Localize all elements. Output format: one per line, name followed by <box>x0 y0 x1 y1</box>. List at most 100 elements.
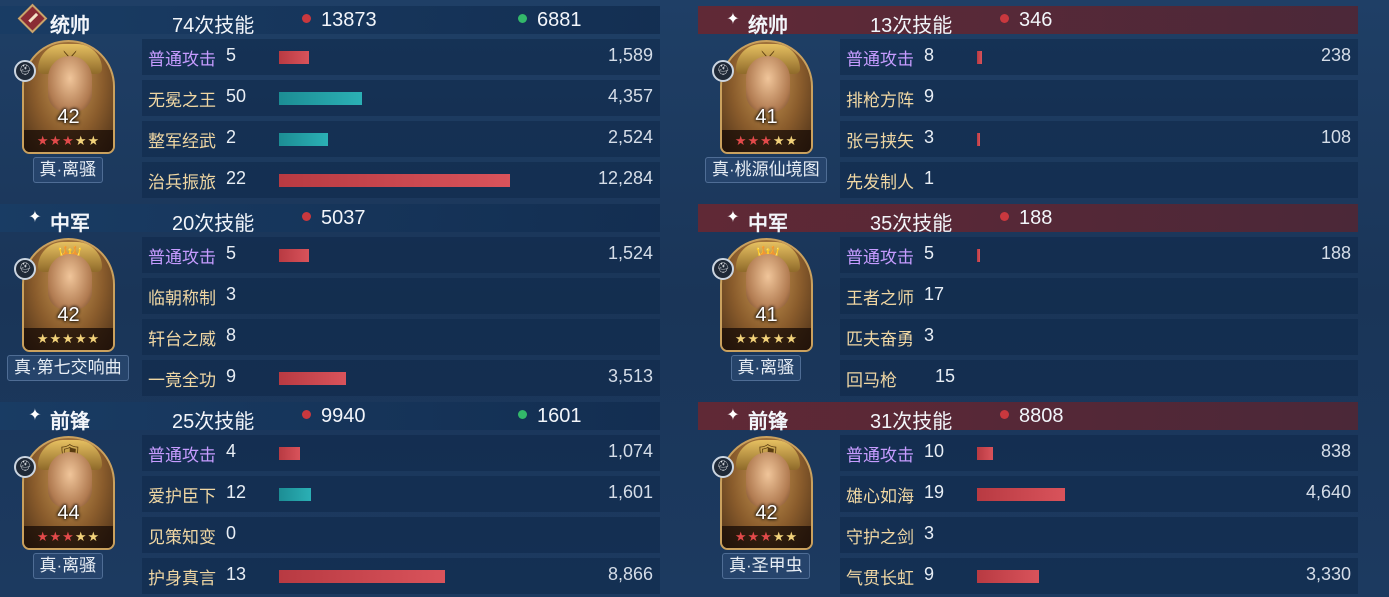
skill-name: 普通攻击 <box>148 446 216 465</box>
skill-row[interactable]: 雄心如海 19 4,640 <box>840 476 1358 512</box>
section-header: ✦ 前锋 25次技能 9940 1601 <box>0 402 660 433</box>
skill-damage-bar <box>279 133 328 146</box>
hero-face <box>48 56 92 112</box>
skill-count-label: 74次技能 <box>172 15 255 37</box>
skill-activation-count: 5 <box>226 243 237 263</box>
skill-row[interactable]: 临朝称制 3 <box>142 278 660 314</box>
role-label: 前锋 <box>748 411 788 433</box>
hero-stars: ★★★★★ <box>722 130 811 152</box>
skill-row[interactable]: 普通攻击 8 238 <box>840 39 1358 75</box>
skill-name: 先发制人 <box>846 173 914 192</box>
skill-row[interactable]: 轩台之威 8 <box>142 319 660 355</box>
damage-stat: 5037 <box>302 207 366 230</box>
skill-row[interactable]: 一竟全功 9 3,513 <box>142 360 660 396</box>
hero-stars: ★★★★★ <box>24 526 113 548</box>
hero-level: 42 <box>755 502 778 524</box>
helmet-badge-icon: ⛑ <box>712 258 734 280</box>
skill-row[interactable]: 匹夫奋勇 3 <box>840 319 1358 355</box>
hero-portrait[interactable]: 🛡44★★★★★ <box>22 436 115 550</box>
hero-portrait[interactable]: 🛡42★★★★★ <box>720 436 813 550</box>
hero-portrait[interactable]: 👑42★★★★★ <box>22 238 115 352</box>
skill-row[interactable]: 爱护臣下 12 1,601 <box>142 476 660 512</box>
skill-row[interactable]: 先发制人 1 <box>840 162 1358 198</box>
skill-row[interactable]: 张弓挟矢 3 108 <box>840 121 1358 157</box>
star-icon: ★ <box>49 529 63 544</box>
skill-name: 见策知变 <box>148 528 216 547</box>
skill-row[interactable]: 普通攻击 5 188 <box>840 237 1358 273</box>
skill-row[interactable]: 普通攻击 10 838 <box>840 435 1358 471</box>
skill-damage-value: 238 <box>1320 45 1351 65</box>
skill-row[interactable]: 王者之师 17 <box>840 278 1358 314</box>
star-icon: ★ <box>74 331 88 346</box>
skill-damage-value: 1,589 <box>607 45 653 65</box>
gear-tag[interactable]: 真·圣甲虫 <box>722 553 810 579</box>
skill-name: 排枪方阵 <box>846 91 914 110</box>
skill-name: 治兵振旅 <box>148 173 216 192</box>
gear-tag[interactable]: 真·离骚 <box>32 553 104 579</box>
gear-tag[interactable]: 真·离骚 <box>730 355 802 381</box>
star-icon: ★ <box>772 133 786 148</box>
skill-name: 普通攻击 <box>846 248 914 267</box>
skill-damage-value: 1,074 <box>607 441 653 461</box>
skill-row[interactable]: 普通攻击 4 1,074 <box>142 435 660 471</box>
skill-row[interactable]: 守护之剑 3 <box>840 517 1358 553</box>
role-section-middle: ✦中军35次技能188👑41★★★★★⛑真·离骚普通攻击5188王者之师17匹夫… <box>698 198 1358 396</box>
skill-row[interactable]: 见策知变 0 <box>142 517 660 553</box>
role-label: 统帅 <box>748 15 788 37</box>
hero-stars: ★★★★★ <box>24 328 113 350</box>
gear-tag[interactable]: 真·桃源仙境图 <box>705 157 827 183</box>
skill-count-label: 13次技能 <box>870 15 953 37</box>
skill-row[interactable]: 护身真言 13 8,866 <box>142 558 660 594</box>
skill-damage-bar <box>977 570 1039 583</box>
heal-value: 6881 <box>537 9 582 31</box>
damage-stat: 13873 <box>302 9 377 32</box>
sparkle-icon: ✦ <box>726 407 740 424</box>
skill-damage-bar <box>977 447 993 460</box>
skill-row[interactable]: 普通攻击 5 1,589 <box>142 39 660 75</box>
hero-portrait[interactable]: ⚔41★★★★★ <box>720 40 813 154</box>
team-right: ✦统帅13次技能346⚔41★★★★★⛑真·桃源仙境图普通攻击8238排枪方阵9… <box>698 0 1358 597</box>
skill-damage-bar <box>279 372 346 385</box>
star-icon: ★ <box>785 529 799 544</box>
gear-tag[interactable]: 真·离骚 <box>32 157 104 183</box>
damage-stat: 9940 <box>302 405 366 428</box>
skill-name: 普通攻击 <box>846 446 914 465</box>
skill-row[interactable]: 整军经武 2 2,524 <box>142 121 660 157</box>
star-icon: ★ <box>74 133 88 148</box>
hero-portrait[interactable]: 👑41★★★★★ <box>720 238 813 352</box>
star-icon: ★ <box>62 331 75 346</box>
star-icon: ★ <box>760 331 773 346</box>
skill-row[interactable]: 治兵振旅 22 12,284 <box>142 162 660 198</box>
skill-damage-value: 12,284 <box>597 168 653 188</box>
skill-damage-bar <box>977 488 1065 501</box>
role-label: 前锋 <box>50 411 90 433</box>
gear-tag[interactable]: 真·第七交响曲 <box>7 355 129 381</box>
skill-damage-value: 2,524 <box>607 127 653 147</box>
role-section-commander: 统帅74次技能138736881⚔42★★★★★⛑真·离骚普通攻击51,589无… <box>0 0 660 198</box>
skill-damage-bar <box>279 174 510 187</box>
skill-row[interactable]: 无冕之王 50 4,357 <box>142 80 660 116</box>
hero-level: 44 <box>57 502 80 524</box>
hero-level: 41 <box>755 304 778 326</box>
skill-row[interactable]: 气贯长虹 9 3,330 <box>840 558 1358 594</box>
skill-damage-value: 838 <box>1320 441 1351 461</box>
hero-portrait[interactable]: ⚔42★★★★★ <box>22 40 115 154</box>
skill-name: 爱护臣下 <box>148 487 216 506</box>
skill-name: 匹夫奋勇 <box>846 330 914 349</box>
hero-face <box>48 452 92 508</box>
star-icon: ★ <box>747 133 761 148</box>
skill-activation-count: 9 <box>226 366 237 386</box>
skill-name: 临朝称制 <box>148 289 216 308</box>
damage-value: 188 <box>1019 207 1053 229</box>
skill-row[interactable]: 回马枪 15 <box>840 360 1358 396</box>
skill-row[interactable]: 排枪方阵 9 <box>840 80 1358 116</box>
helmet-badge-icon: ⛑ <box>712 60 734 82</box>
role-label: 中军 <box>50 213 90 235</box>
skill-damage-value: 8,866 <box>607 564 653 584</box>
star-icon: ★ <box>760 133 773 148</box>
star-icon: ★ <box>87 529 101 544</box>
skill-row[interactable]: 普通攻击 5 1,524 <box>142 237 660 273</box>
skill-name: 张弓挟矢 <box>846 132 914 151</box>
hero-face <box>48 254 92 310</box>
skill-activation-count: 1 <box>924 168 935 188</box>
